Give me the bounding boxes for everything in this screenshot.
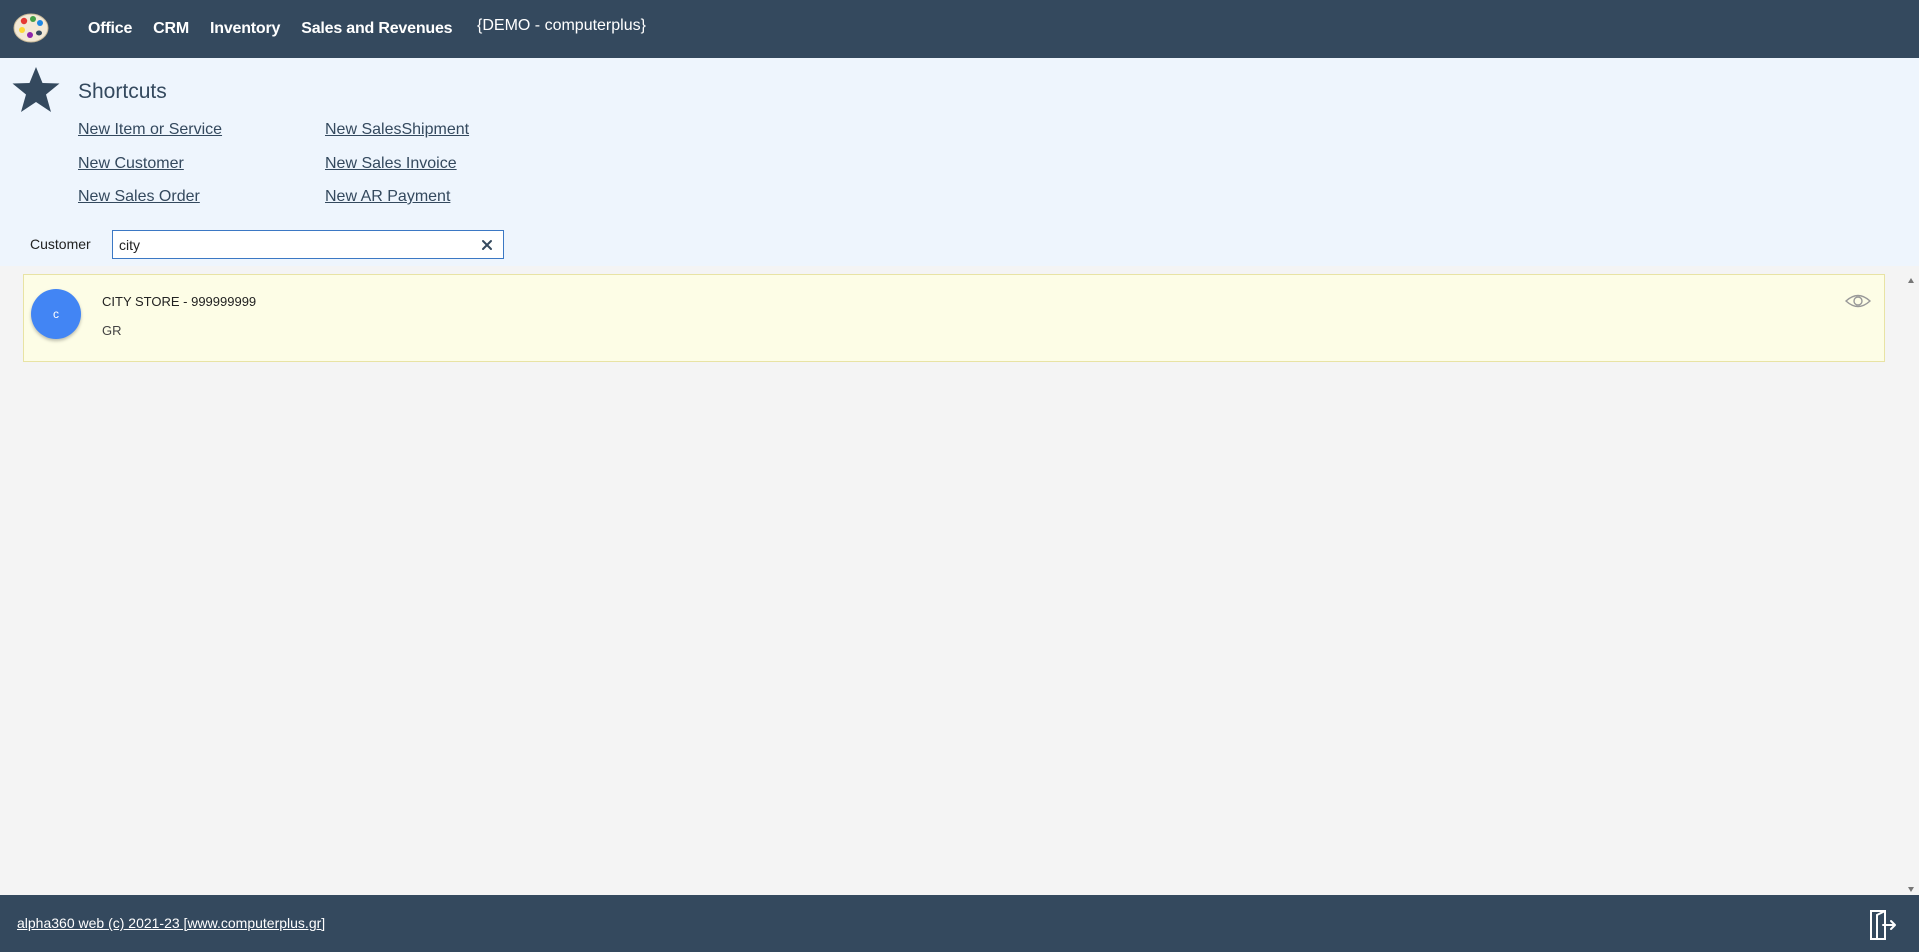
scroll-up-arrow-icon[interactable] [1907, 272, 1915, 283]
nav-crm[interactable]: CRM [153, 20, 189, 38]
avatar: c [31, 289, 81, 339]
customer-search-input[interactable] [119, 235, 469, 255]
shortcuts-title: Shortcuts [78, 80, 167, 103]
customer-search-box [112, 230, 504, 259]
customer-label: Customer [30, 236, 91, 252]
close-icon[interactable] [479, 237, 495, 253]
list-item[interactable]: c CITY STORE - 999999999 GR [23, 274, 1885, 362]
customer-country: GR [102, 323, 122, 338]
scroll-down-arrow-icon[interactable] [1907, 880, 1915, 892]
footer-copyright-link[interactable]: alpha360 web (c) 2021-23 [www.computerpl… [17, 915, 325, 931]
results-list: c CITY STORE - 999999999 GR [0, 266, 1919, 895]
footer: alpha360 web (c) 2021-23 [www.computerpl… [0, 895, 1919, 952]
nav-office[interactable]: Office [88, 20, 132, 38]
new-sales-order-link[interactable]: New Sales Order [78, 188, 200, 206]
nav-inventory[interactable]: Inventory [210, 20, 280, 38]
new-customer-link[interactable]: New Customer [78, 155, 184, 173]
company-name: {DEMO - computerplus} [477, 17, 646, 34]
new-ar-payment-link[interactable]: New AR Payment [325, 188, 450, 206]
eye-icon[interactable] [1844, 291, 1872, 311]
customer-name: CITY STORE - 999999999 [102, 294, 257, 309]
logout-icon[interactable] [1867, 909, 1897, 941]
new-item-or-service-link[interactable]: New Item or Service [78, 121, 222, 139]
palette-icon[interactable] [12, 10, 50, 46]
top-navigation-bar: Office CRM Inventory Sales and Revenues … [0, 0, 1919, 58]
nav-sales-and-revenues[interactable]: Sales and Revenues [301, 20, 452, 38]
star-icon [11, 66, 61, 114]
main-nav: Office CRM Inventory Sales and Revenues [88, 0, 473, 58]
new-sales-invoice-link[interactable]: New Sales Invoice [325, 155, 457, 173]
new-salesshipment-link[interactable]: New SalesShipment [325, 121, 469, 139]
